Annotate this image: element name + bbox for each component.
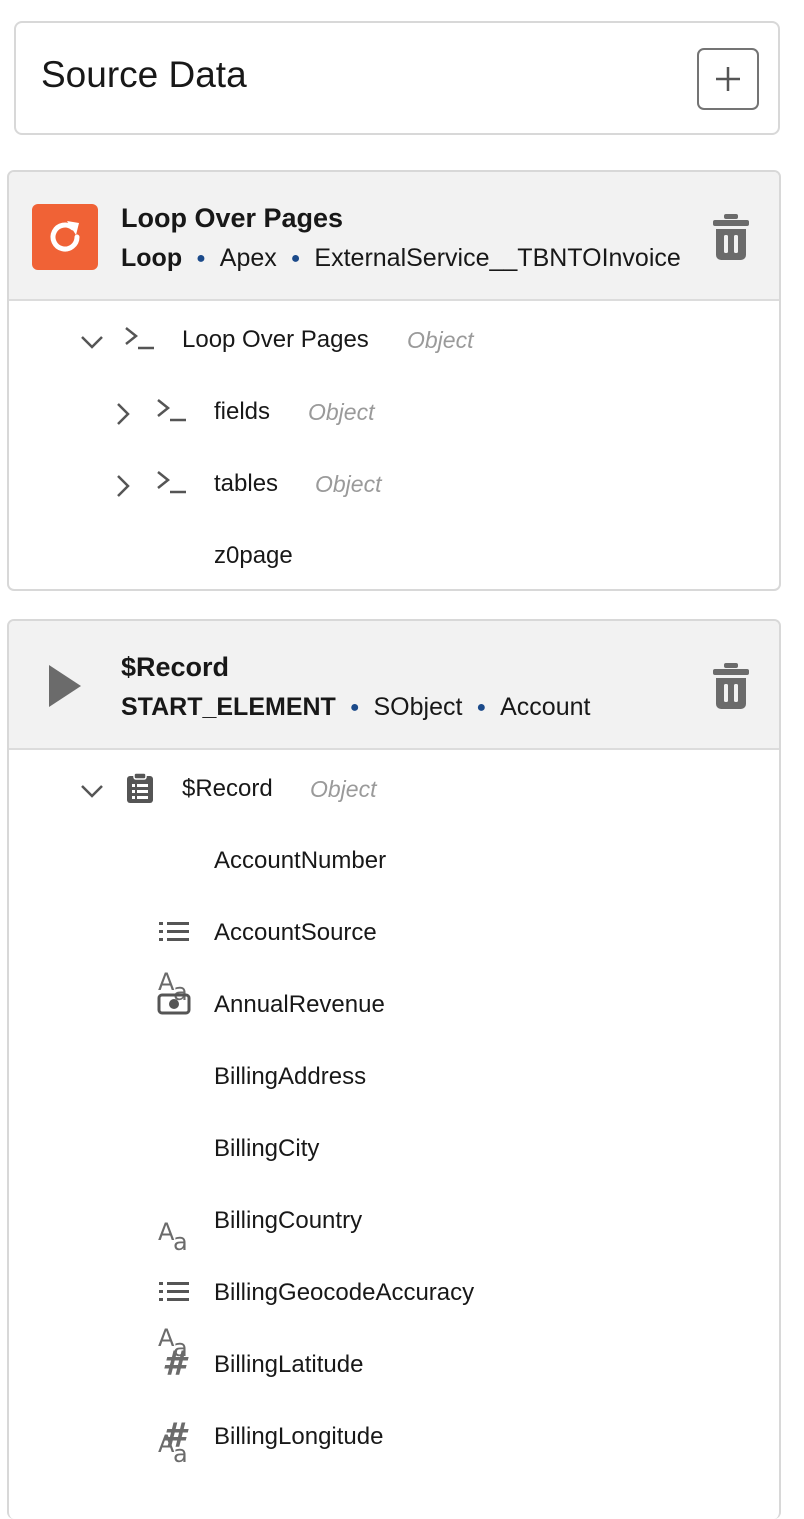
section-title: $Record (121, 652, 230, 682)
tree-item-label[interactable]: z0page (214, 541, 293, 571)
add-source-button[interactable] (697, 48, 759, 110)
chevron-right-icon[interactable] (110, 473, 136, 499)
object-prompt-icon (157, 399, 186, 422)
tree-root-label[interactable]: Loop Over Pages (182, 325, 369, 355)
field-label[interactable]: BillingCountry (214, 1206, 362, 1236)
tree-item-label[interactable]: tables (214, 469, 278, 499)
plus-icon (716, 67, 740, 91)
chevron-down-icon[interactable] (79, 329, 105, 355)
field-label[interactable]: BillingCity (214, 1134, 319, 1164)
loop-over-pages-section: Loop Over Pages Loop ● Apex ● ExternalServic… (7, 170, 781, 591)
section-header: $Record START_ELEMENT ● SObject ● Account (9, 621, 779, 750)
picklist-icon (159, 1282, 189, 1301)
field-label[interactable]: BillingGeocodeAccuracy (214, 1278, 474, 1308)
record-section: $Record START_ELEMENT ● SObject ● Account $R… (7, 619, 781, 1519)
tree-root-label[interactable]: $Record (182, 774, 273, 804)
loop-refresh-icon (32, 204, 98, 270)
number-icon: # (162, 1344, 186, 1384)
meta-source: SObject (373, 693, 463, 721)
tree-root-type: Object (310, 776, 377, 802)
meta-source: Apex (219, 244, 277, 272)
picklist-icon (159, 922, 189, 941)
separator-dot: ● (349, 699, 360, 717)
tree-item-label[interactable]: fields (214, 397, 270, 427)
delete-trash-icon[interactable] (711, 212, 751, 262)
field-label[interactable]: BillingLatitude (214, 1350, 363, 1380)
number-icon: # (162, 1416, 186, 1456)
delete-trash-icon[interactable] (711, 661, 751, 711)
field-label[interactable]: BillingLongitude (214, 1422, 383, 1452)
source-data-card: Source Data (14, 21, 780, 135)
section-meta: Loop ● Apex ● ExternalService__TBNTOInvoice (121, 242, 681, 275)
section-header: Loop Over Pages Loop ● Apex ● ExternalServic… (9, 172, 779, 301)
chevron-right-icon[interactable] (110, 401, 136, 427)
field-label[interactable]: AccountSource (214, 918, 377, 948)
separator-dot: ● (290, 250, 301, 268)
field-label[interactable]: AnnualRevenue (214, 990, 385, 1020)
source-data-title: Source Data (41, 54, 247, 95)
object-prompt-icon (125, 327, 154, 350)
meta-object: Account (500, 693, 591, 721)
tree-root-type: Object (407, 327, 474, 353)
currency-icon (157, 993, 191, 1015)
clipboard-record-icon (127, 772, 153, 803)
separator-dot: ● (476, 699, 487, 717)
play-triangle-icon (49, 665, 81, 707)
meta-type: Loop (121, 244, 183, 272)
tree-item-type: Object (308, 399, 375, 425)
chevron-down-icon[interactable] (79, 778, 105, 804)
field-label[interactable]: BillingAddress (214, 1062, 366, 1092)
object-prompt-icon (157, 471, 186, 494)
meta-object: ExternalService__TBNTOInvoice (314, 244, 681, 272)
tree-item-type: Object (315, 471, 382, 497)
text-icon: Aa (158, 1218, 188, 1256)
section-meta: START_ELEMENT ● SObject ● Account (121, 691, 590, 724)
section-title: Loop Over Pages (121, 203, 344, 233)
separator-dot: ● (196, 250, 206, 268)
meta-type: START_ELEMENT (121, 693, 336, 721)
field-label[interactable]: AccountNumber (214, 846, 386, 876)
